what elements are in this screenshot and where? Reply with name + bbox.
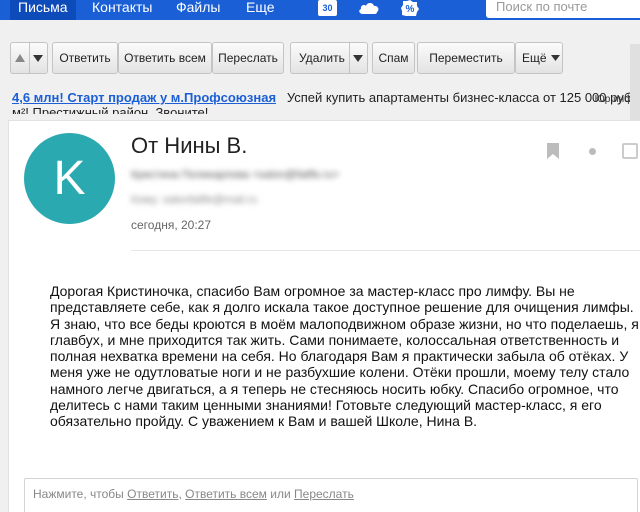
tab-letters[interactable]: Письма <box>10 0 76 20</box>
reply-all-button[interactable]: Ответить всем <box>118 42 212 74</box>
tab-more[interactable]: Еще <box>238 0 283 20</box>
forward-button[interactable]: Переслать <box>212 42 284 74</box>
calendar-icon[interactable] <box>622 143 638 159</box>
message-card: K От Нины В. Кристина Поликарпова <salon… <box>8 120 640 512</box>
top-nav: Письма Контакты Файлы Еще 30 % Поиск по … <box>0 0 640 20</box>
caret-up-icon <box>15 54 25 62</box>
quick-reply-box[interactable]: Нажмите, чтобы Ответить, Ответить всем и… <box>24 478 638 512</box>
reply-link[interactable]: Ответить <box>127 487 178 501</box>
select-dropdown[interactable] <box>10 42 48 74</box>
ad-banner[interactable]: 4,6 млн! Старт продаж у м.Профсоюзная Ус… <box>12 90 640 114</box>
tab-contacts[interactable]: Контакты <box>84 0 160 20</box>
divider <box>131 250 640 251</box>
more-label: Ещё <box>522 51 547 65</box>
reply-or: или <box>270 487 291 501</box>
search-input[interactable]: Поиск по почте <box>486 0 640 18</box>
move-button[interactable]: Переместить <box>417 42 515 74</box>
delete-label: Удалить <box>299 51 345 65</box>
bookmark-icon[interactable] <box>547 143 559 159</box>
message-sender[interactable]: Кристина Поликарпова <salon@fatlfe.ru> <box>131 169 339 181</box>
chevron-down-icon <box>551 55 560 61</box>
chevron-down-icon <box>353 55 363 62</box>
avatar: K <box>24 133 115 224</box>
chevron-down-icon <box>33 55 43 62</box>
calendar-icon[interactable]: 30 <box>318 0 337 16</box>
message-subject: От Нины В. <box>131 133 248 158</box>
svg-text:%: % <box>406 4 415 15</box>
reply-all-link[interactable]: Ответить всем <box>185 487 267 501</box>
reply-prefix: Нажмите, чтобы <box>33 487 124 501</box>
delete-button[interactable]: Удалить <box>290 42 368 74</box>
message-recipient: Кому: salonfatlfe@mail.ru <box>131 194 258 206</box>
more-button[interactable]: Ещё <box>515 42 563 74</box>
ad-link[interactable]: 4,6 млн! Старт продаж у м.Профсоюзная <box>12 90 276 105</box>
message-date: сегодня, 20:27 <box>131 218 212 232</box>
spam-button[interactable]: Спам <box>372 42 415 74</box>
cloud-icon[interactable] <box>357 0 381 16</box>
tab-files[interactable]: Файлы <box>168 0 228 20</box>
reply-button[interactable]: Ответить <box>52 42 118 74</box>
unread-dot-icon[interactable] <box>589 148 596 155</box>
discount-icon[interactable]: % <box>401 0 419 16</box>
message-body: Дорогая Кристиночка, спасибо Вам огромно… <box>50 283 639 430</box>
forward-link[interactable]: Переслать <box>294 487 354 501</box>
toolbar: Ответить Ответить всем Переслать Удалить… <box>0 40 640 76</box>
